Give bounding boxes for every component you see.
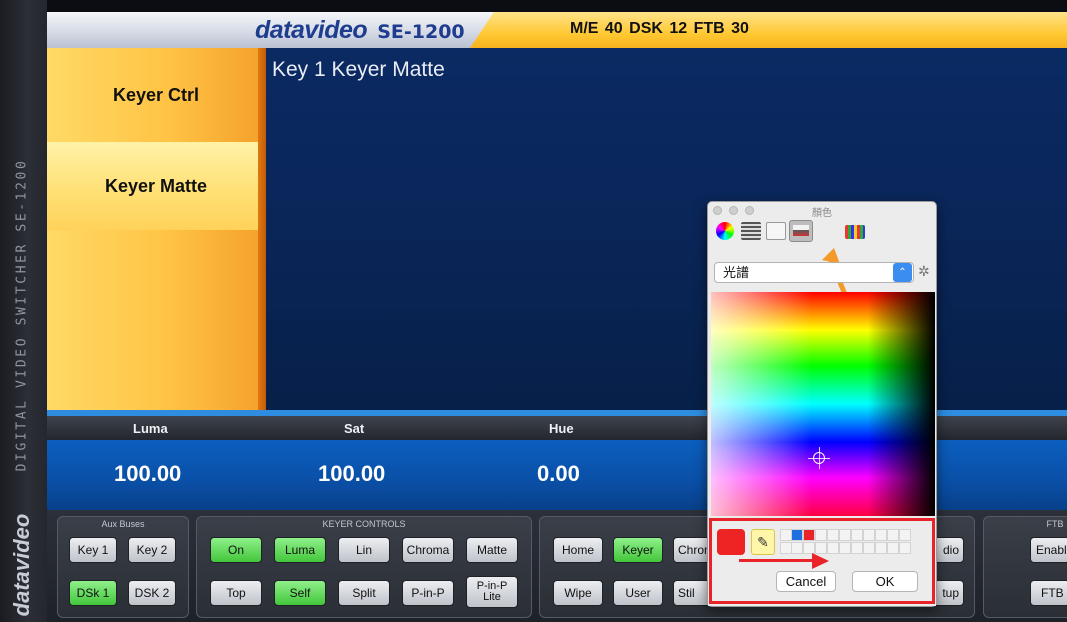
- chevron-updown-icon[interactable]: ⌃: [893, 263, 912, 282]
- header-status-bar: [470, 12, 1067, 48]
- sat-label: Sat: [344, 421, 365, 436]
- hue-value[interactable]: 0.00: [537, 461, 580, 487]
- menu-item-label: Keyer Ctrl: [112, 84, 200, 105]
- status-readout: M/E 40 DSK 12 FTB 30: [570, 20, 749, 37]
- minimize-window-icon[interactable]: [729, 206, 738, 215]
- menu-item-keyer-ctrl[interactable]: Keyer Ctrl: [47, 48, 265, 142]
- vertical-logo-text: datavideo: [9, 513, 34, 617]
- close-window-icon[interactable]: [713, 206, 722, 215]
- gear-icon[interactable]: ✲: [918, 263, 930, 280]
- zoom-window-icon[interactable]: [745, 206, 754, 215]
- crosshair-line: [819, 447, 820, 469]
- main-panel: [266, 48, 1067, 410]
- image-palettes-glyph: [793, 225, 809, 236]
- keyer-matte-button[interactable]: Matte: [466, 537, 518, 563]
- vertical-product-label: DIGITAL VIDEO SWITCHER SE-1200: [14, 158, 30, 472]
- keyer-top-button[interactable]: Top: [210, 580, 262, 606]
- sat-value[interactable]: 100.00: [318, 461, 385, 487]
- color-palettes-icon[interactable]: [766, 222, 786, 240]
- keyer-pinp-button[interactable]: P-in-P: [402, 580, 454, 606]
- keyer-on-button[interactable]: On: [210, 537, 262, 563]
- keyer-menu-button[interactable]: Keyer: [613, 537, 663, 563]
- menu-divider: [258, 48, 266, 410]
- key2-button[interactable]: Key 2: [128, 537, 176, 563]
- palette-select-value: 光譜: [723, 265, 750, 280]
- luma-value[interactable]: 100.00: [114, 461, 181, 487]
- keyer-self-button[interactable]: Self: [274, 580, 326, 606]
- vertical-logo: datavideo: [2, 510, 42, 620]
- ftb-enable-button[interactable]: Enabl: [1030, 537, 1067, 563]
- keyer-controls-title: KEYER CONTROLS: [322, 519, 406, 529]
- dsk2-button[interactable]: DSK 2: [128, 580, 176, 606]
- keyer-pinp-lite-button[interactable]: P-in-P Lite: [466, 576, 518, 608]
- keyer-lin-button[interactable]: Lin: [338, 537, 390, 563]
- left-menu: Keyer Ctrl Keyer Matte: [47, 48, 265, 410]
- luma-label: Luma: [133, 421, 168, 436]
- vertical-product-text: DIGITAL VIDEO SWITCHER SE-1200: [2, 150, 42, 480]
- keyer-chroma-button[interactable]: Chroma: [402, 537, 454, 563]
- hue-label: Hue: [549, 421, 574, 436]
- aux-buses-title: Aux Buses: [101, 519, 145, 529]
- dsk1-button[interactable]: DSk 1: [69, 580, 117, 606]
- wipe-button[interactable]: Wipe: [553, 580, 603, 606]
- spectrum-overlay: [711, 292, 935, 516]
- brand-logo: datavideo SE-1200: [255, 16, 465, 46]
- ftb-title: FTB: [1046, 519, 1064, 529]
- key1-button[interactable]: Key 1: [69, 537, 117, 563]
- user-button[interactable]: User: [613, 580, 663, 606]
- page-title: Key 1 Keyer Matte: [272, 58, 445, 81]
- menu-item-label: Keyer Matte: [104, 175, 208, 196]
- menu-item-keyer-matte[interactable]: Keyer Matte: [47, 142, 265, 230]
- annotation-arrow-head: [812, 553, 829, 569]
- keyer-split-button[interactable]: Split: [338, 580, 390, 606]
- color-picker-title: 顏色: [812, 208, 832, 219]
- ftb-button[interactable]: FTB: [1030, 580, 1067, 606]
- brand-model: SE-1200: [377, 21, 465, 43]
- color-sliders-icon[interactable]: [741, 222, 761, 240]
- brand-name: datavideo: [255, 16, 368, 44]
- color-wheel-icon[interactable]: [716, 222, 734, 240]
- pencils-icon[interactable]: [845, 225, 865, 239]
- annotation-arrow-line: [739, 559, 815, 562]
- home-button[interactable]: Home: [553, 537, 603, 563]
- keyer-luma-button[interactable]: Luma: [274, 537, 326, 563]
- palette-select[interactable]: 光譜: [714, 262, 914, 283]
